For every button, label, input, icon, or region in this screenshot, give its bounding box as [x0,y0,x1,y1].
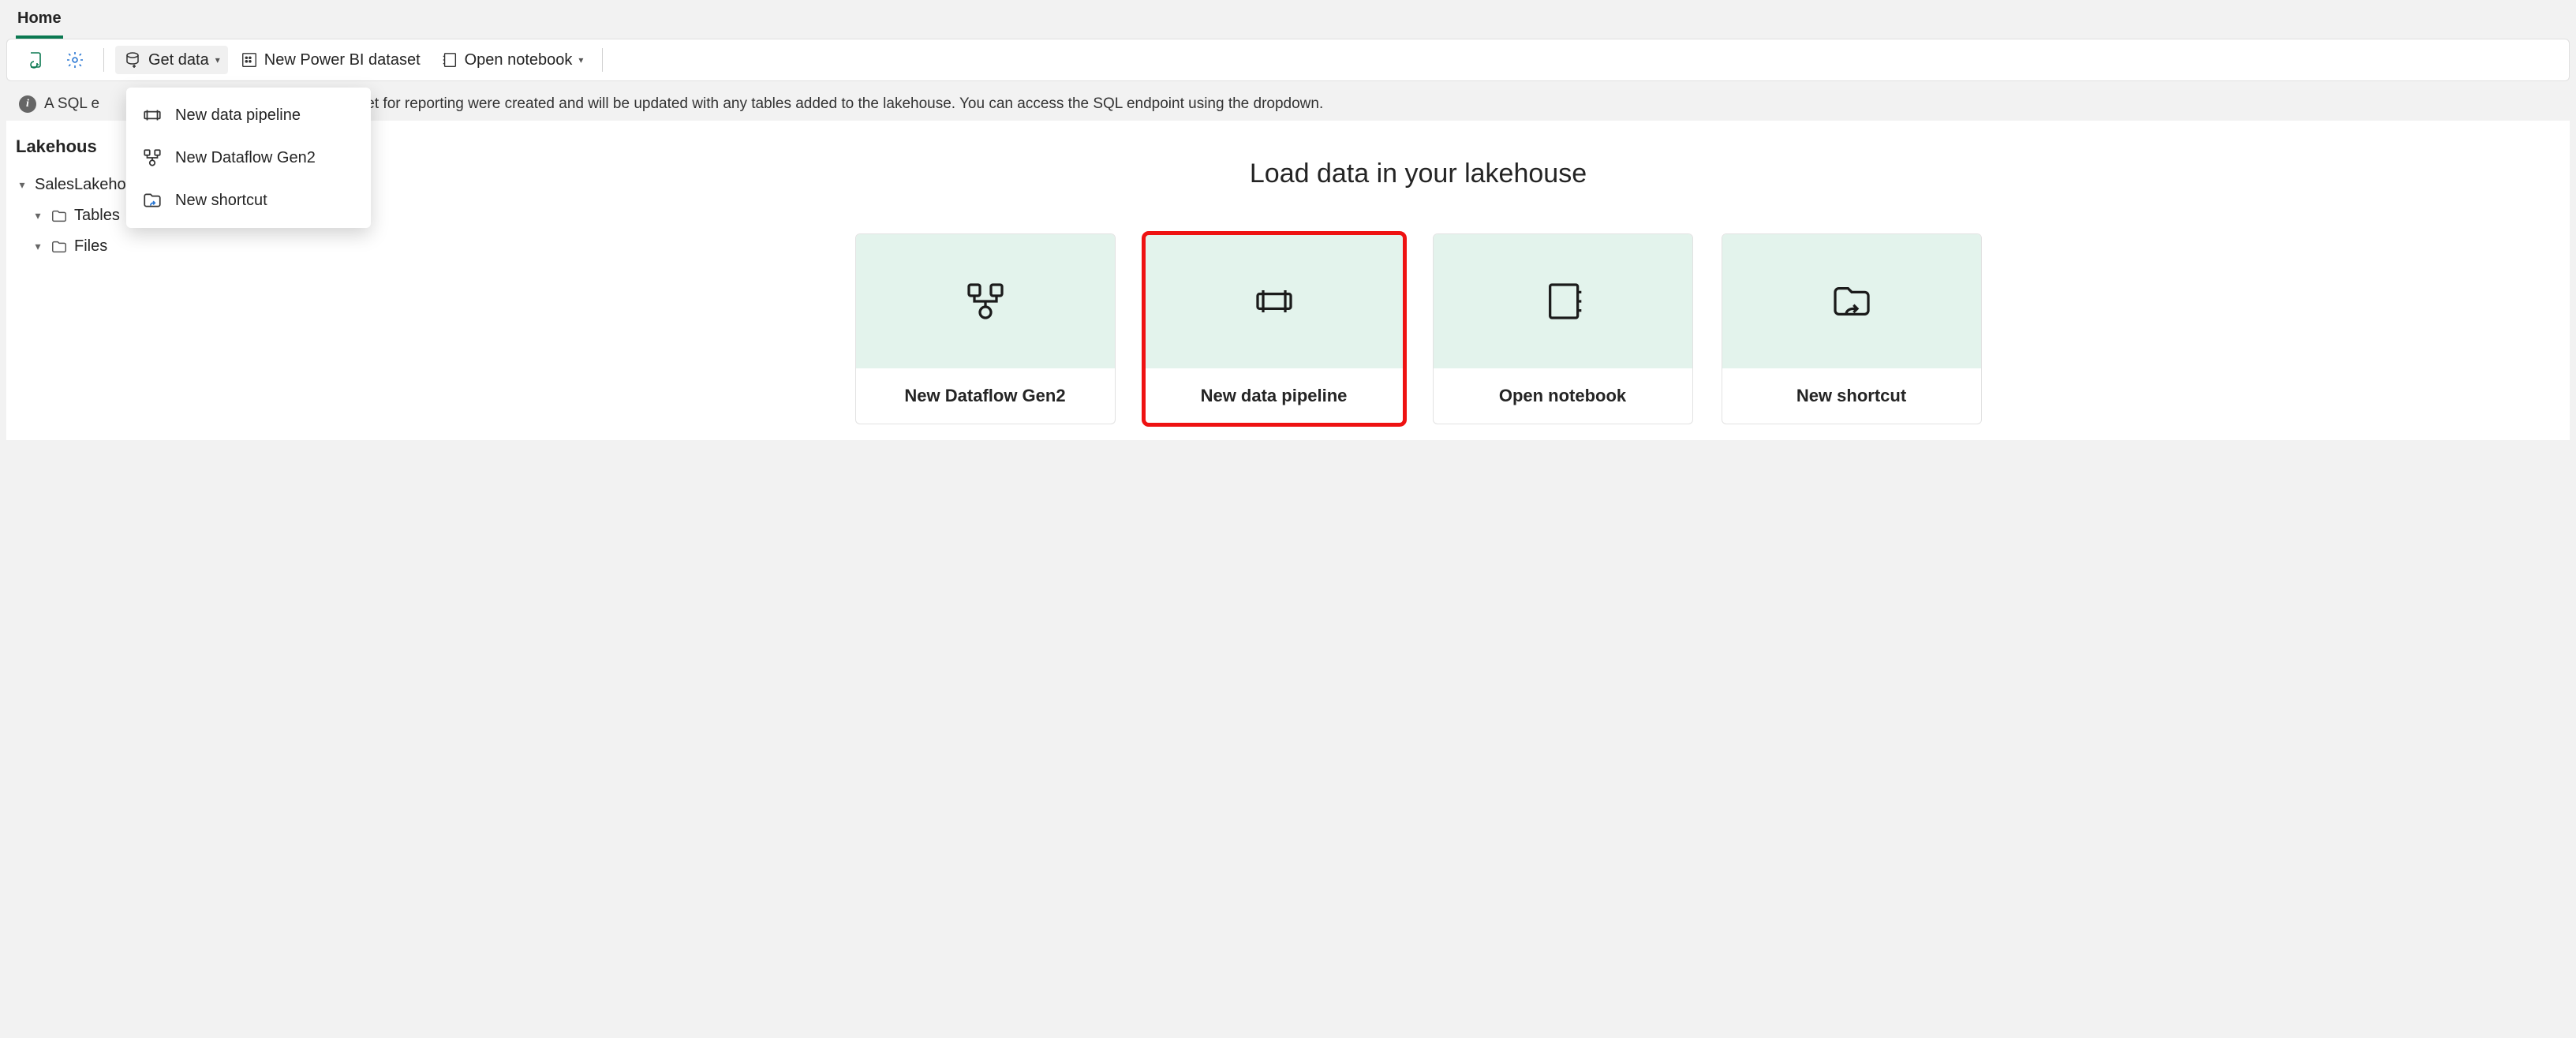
tree-label: Files [74,237,107,256]
settings-button[interactable] [58,46,92,74]
tree-node-files[interactable]: ▾ Files [13,231,260,262]
pipeline-icon [142,105,163,125]
info-text-right: efault dataset for reporting were create… [289,95,1323,113]
pipeline-icon [1252,279,1296,323]
info-text-left: A SQL e [44,95,99,113]
folder-icon [50,207,68,225]
chevron-down-icon: ▾ [578,54,583,65]
folder-icon [50,238,68,256]
main-panel: Load data in your lakehouse [267,121,2570,440]
card-open-notebook[interactable]: Open notebook [1433,233,1693,424]
dataflow-icon [963,279,1008,323]
tab-home[interactable]: Home [16,6,63,39]
menu-item-label: New data pipeline [175,106,301,125]
info-bar: i A SQL e efault dataset for reporting w… [6,88,2570,121]
tree-label: Tables [74,207,120,225]
notebook-icon [1541,279,1585,323]
new-dataset-button[interactable]: New Power BI dataset [233,47,428,74]
card-label: Open notebook [1434,368,1692,424]
get-data-button[interactable]: Get data ▾ [115,46,228,74]
shortcut-icon [1830,279,1874,323]
shortcut-icon [142,190,163,211]
chevron-down-icon: ▾ [215,54,220,65]
card-label: New data pipeline [1145,368,1404,424]
menu-new-data-pipeline[interactable]: New data pipeline [126,94,371,136]
toolbar-separator [103,48,104,72]
menu-new-dataflow-gen2[interactable]: New Dataflow Gen2 [126,136,371,179]
chevron-down-icon: ▾ [32,209,44,222]
open-notebook-label: Open notebook [465,51,573,69]
card-new-dataflow-gen2[interactable]: New Dataflow Gen2 [855,233,1116,424]
chevron-down-icon: ▾ [32,240,44,253]
refresh-button[interactable] [18,46,53,74]
toolbar-separator [602,48,603,72]
menu-new-shortcut[interactable]: New shortcut [126,179,371,222]
notebook-icon [441,51,458,69]
dataset-icon [241,51,258,69]
info-icon: i [19,95,36,113]
get-data-menu: New data pipeline New Dataflow Gen2 [126,88,371,228]
new-dataset-label: New Power BI dataset [264,51,421,69]
refresh-icon [26,50,45,69]
ribbon-tabs: Home [0,0,2576,39]
card-label: New Dataflow Gen2 [856,368,1115,424]
card-new-shortcut[interactable]: New shortcut [1722,233,1982,424]
menu-item-label: New shortcut [175,192,267,210]
card-new-data-pipeline[interactable]: New data pipeline [1144,233,1404,424]
chevron-down-icon: ▾ [16,178,28,192]
gear-icon [65,50,84,69]
main-title: Load data in your lakehouse [282,159,2554,189]
open-notebook-button[interactable]: Open notebook ▾ [433,47,592,74]
dataflow-icon [142,147,163,168]
get-data-icon [123,50,142,69]
menu-item-label: New Dataflow Gen2 [175,149,316,167]
action-cards: New Dataflow Gen2 New data pipeline [282,233,2554,424]
get-data-label: Get data [148,51,209,69]
card-label: New shortcut [1722,368,1981,424]
toolbar: Get data ▾ New Power BI dataset Open not… [6,39,2570,81]
